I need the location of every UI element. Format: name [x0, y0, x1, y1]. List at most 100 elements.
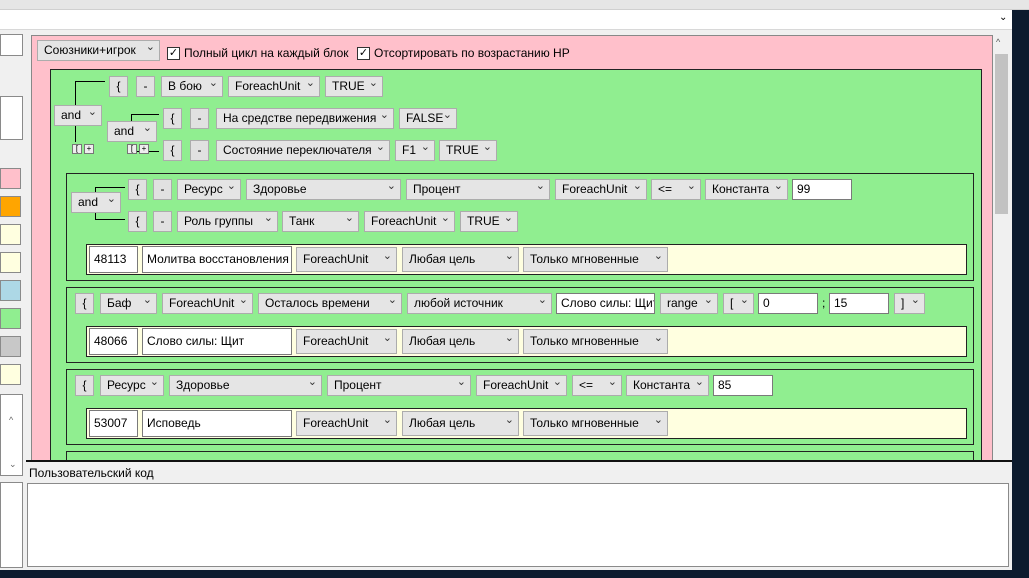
scroll-up-icon[interactable]: ^	[9, 415, 13, 425]
spell-name-input[interactable]: Исповедь	[142, 410, 292, 437]
group-select[interactable]: Союзники+игрок	[37, 40, 160, 61]
value-select[interactable]: TRUE	[460, 211, 518, 232]
condition-select[interactable]: На средстве передвижения	[216, 108, 394, 129]
color-swatch-yellow-2[interactable]	[0, 252, 21, 273]
filter-select[interactable]: Любая цель	[402, 411, 519, 436]
role-select[interactable]: Танк	[282, 211, 359, 232]
brace-button[interactable]: {	[109, 76, 128, 97]
value-select[interactable]: TRUE	[325, 76, 383, 97]
condition-select[interactable]: Состояние переключателя	[216, 140, 390, 161]
value-select[interactable]: FALSE	[399, 108, 457, 129]
overflow-icon[interactable]: ⌄	[999, 12, 1007, 23]
brace-button[interactable]: {	[128, 211, 147, 232]
target-select[interactable]: ForeachUnit	[162, 293, 253, 314]
left-list-bottom[interactable]	[0, 482, 23, 568]
target-select[interactable]: ForeachUnit	[228, 76, 320, 97]
bracket-open-select[interactable]: [	[723, 293, 754, 314]
spell-id-input[interactable]: 53007	[89, 410, 138, 437]
collapse-button[interactable]: [	[72, 144, 82, 154]
mode-select[interactable]: Процент	[406, 179, 550, 200]
scrollbar-thumb[interactable]	[995, 54, 1008, 214]
target-select[interactable]: ForeachUnit	[296, 411, 397, 436]
remove-button[interactable]: -	[190, 140, 209, 161]
full-cycle-checkbox[interactable]: ✓	[167, 47, 180, 60]
value-select[interactable]: TRUE	[439, 140, 497, 161]
logic-select-nested[interactable]: and	[107, 121, 157, 142]
cast-select[interactable]: Только мгновенные	[523, 411, 668, 436]
target-select[interactable]: ForeachUnit	[476, 375, 567, 396]
remove-button[interactable]: -	[153, 211, 172, 232]
color-swatch-yellow-3[interactable]	[0, 364, 21, 385]
spell-input[interactable]: Слово силы: Щит	[556, 293, 655, 314]
rule-editor: Союзники+игрок ✓ Полный цикл на каждый б…	[31, 35, 993, 461]
custom-code-textarea[interactable]	[27, 483, 1009, 567]
sort-checkbox[interactable]: ✓	[357, 47, 370, 60]
scroll-up-icon[interactable]: ^	[996, 37, 1000, 47]
type-select[interactable]: Роль группы	[177, 211, 278, 232]
sort-label: Отсортировать по возрастанию HP	[374, 46, 570, 60]
resource-select[interactable]: Здоровье	[246, 179, 401, 200]
brace-button[interactable]: {	[75, 375, 94, 396]
kind-select[interactable]: Константа	[705, 179, 788, 200]
scroll-down-icon[interactable]: ⌄	[9, 459, 17, 470]
brace-button[interactable]: {	[163, 140, 182, 161]
resource-select[interactable]: Здоровье	[169, 375, 322, 396]
target-select[interactable]: ForeachUnit	[555, 179, 647, 200]
cast-select[interactable]: Только мгновенные	[523, 247, 668, 272]
color-swatch-blue[interactable]	[0, 280, 21, 301]
splitter[interactable]	[26, 460, 1012, 462]
add-button[interactable]: +	[84, 144, 94, 154]
left-list-top[interactable]	[0, 34, 23, 56]
color-swatch-green[interactable]	[0, 308, 21, 329]
remove-button[interactable]: -	[190, 108, 209, 129]
spell-id-input[interactable]: 48066	[89, 328, 138, 355]
key-select[interactable]: F1	[395, 140, 435, 161]
mode-select[interactable]: Процент	[327, 375, 471, 396]
type-select[interactable]: Баф	[100, 293, 157, 314]
tree-line	[75, 81, 105, 82]
add-button[interactable]: +	[139, 144, 149, 154]
operator-select[interactable]: <=	[572, 375, 622, 396]
title-strip	[0, 0, 1029, 10]
cast-select[interactable]: Только мгновенные	[523, 329, 668, 354]
value-input[interactable]: 99	[792, 179, 852, 200]
spell-id-input[interactable]: 48113	[89, 246, 138, 273]
mode-select[interactable]: Осталось времени	[258, 293, 402, 314]
logic-select[interactable]: and	[54, 105, 102, 126]
target-select[interactable]: ForeachUnit	[296, 329, 397, 354]
brace-button[interactable]: {	[75, 293, 94, 314]
spell-name-input[interactable]: Слово силы: Щит	[142, 328, 292, 355]
action-row: 48066 Слово силы: Щит ForeachUnit Любая …	[86, 326, 967, 357]
range-to-input[interactable]: 15	[829, 293, 889, 314]
operator-select[interactable]: <=	[651, 179, 701, 200]
range-from-input[interactable]: 0	[758, 293, 818, 314]
rule-block: and { - Ресурс Здоровье Процент ForeachU…	[66, 173, 974, 281]
rule-block: { Баф ForeachUnit Осталось времени любой…	[66, 287, 974, 363]
spell-name-input[interactable]: Молитва восстановления	[142, 246, 292, 273]
collapse-button[interactable]: [	[127, 144, 137, 154]
source-select[interactable]: любой источник	[407, 293, 552, 314]
condition-select[interactable]: В бою	[161, 76, 223, 97]
remove-button[interactable]: -	[136, 76, 155, 97]
compare-select[interactable]: range	[660, 293, 718, 314]
left-list-box[interactable]	[0, 96, 23, 140]
color-swatch-orange[interactable]	[0, 196, 21, 217]
type-select[interactable]: Ресурс	[100, 375, 164, 396]
color-swatch-gray[interactable]	[0, 336, 21, 357]
color-swatch-yellow[interactable]	[0, 224, 21, 245]
target-select[interactable]: ForeachUnit	[296, 247, 397, 272]
tree-line	[75, 81, 76, 105]
logic-select[interactable]: and	[71, 192, 121, 213]
brace-button[interactable]: {	[163, 108, 182, 129]
filter-select[interactable]: Любая цель	[402, 247, 519, 272]
kind-select[interactable]: Константа	[626, 375, 709, 396]
target-select[interactable]: ForeachUnit	[364, 211, 455, 232]
remove-button[interactable]: -	[153, 179, 172, 200]
color-swatch-pink[interactable]	[0, 168, 21, 189]
type-select[interactable]: Ресурс	[177, 179, 241, 200]
filter-select[interactable]: Любая цель	[402, 329, 519, 354]
bracket-close-select[interactable]: ]	[894, 293, 925, 314]
left-list-scroll[interactable]: ^ ⌄	[0, 394, 23, 476]
value-input[interactable]: 85	[713, 375, 773, 396]
brace-button[interactable]: {	[128, 179, 147, 200]
